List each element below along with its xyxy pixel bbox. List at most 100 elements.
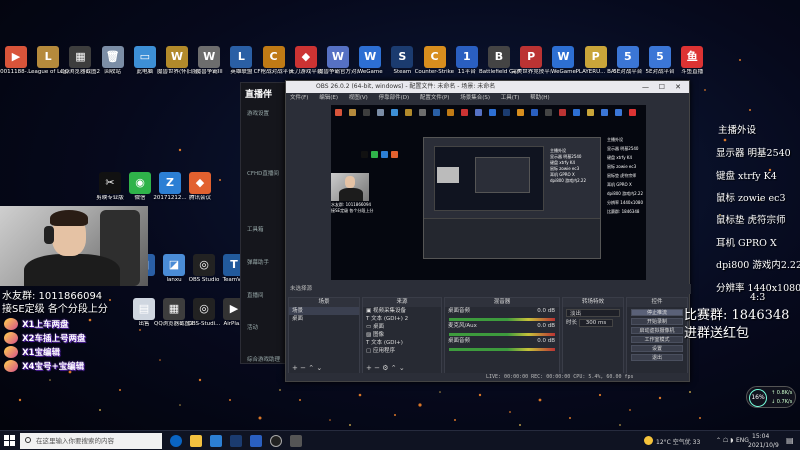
clock-time[interactable]: 15:04 — [752, 433, 769, 440]
source-visibility-icon[interactable]: ▣ — [366, 308, 373, 314]
source-item[interactable]: ▭ 桌面 — [363, 323, 441, 331]
obs-titlebar[interactable]: OBS 26.0.2 (64-bit, windows) - 配置文件: 未命名… — [286, 81, 689, 93]
source-item[interactable]: T 文本 (GDI+) 2 — [363, 315, 441, 323]
preview-right-specs: 主播外设 显示器 明基2540 键盘 xtrfy K4 鼠标 zowie ec3… — [607, 135, 646, 216]
preview-mini-icon — [377, 109, 384, 116]
app-icon: C — [262, 46, 285, 68]
menu-profile[interactable]: 配置文件(P) — [420, 95, 450, 101]
move-up-icon[interactable]: ⌃ — [308, 364, 314, 372]
preview-nested-cam — [437, 167, 459, 183]
studio-mode-button[interactable]: 工作室模式 — [631, 336, 683, 343]
add-scene-icon[interactable]: + — [292, 364, 298, 372]
remove-scene-icon[interactable]: − — [300, 364, 306, 372]
transition-select[interactable]: 淡出 — [566, 309, 620, 317]
duration-input[interactable]: 300 ms — [578, 319, 614, 327]
app-icon: ◎ — [193, 298, 215, 320]
menu-file[interactable]: 文件(F) — [290, 95, 308, 101]
settings-button[interactable]: 设置 — [631, 345, 683, 352]
preview-nested-inner2 — [475, 157, 530, 193]
menu-scene-collection[interactable]: 场景集合(S) — [460, 95, 490, 101]
source-label: 桌面 — [372, 324, 384, 330]
app-icon[interactable] — [290, 435, 302, 447]
weather-text[interactable]: 12°C 空气优 33 — [656, 437, 700, 446]
menu-tools[interactable]: 工具(T) — [501, 95, 520, 101]
windows-start-icon[interactable] — [4, 435, 16, 447]
desktop-icon[interactable]: ◆ 腾讯会议 — [180, 172, 220, 202]
weather-icon[interactable] — [644, 436, 653, 445]
sources-dock: 来源 ▣ 视频采集设备 T 文本 (GDI+) 2 ▭ 桌面 ▨ 图像 T 文本… — [362, 297, 442, 375]
app-icon: ▦ — [69, 46, 92, 68]
preview-mini-icon — [371, 151, 378, 158]
volume-meter[interactable] — [449, 348, 555, 351]
app-icon: B — [488, 46, 510, 68]
menu-help[interactable]: 帮助(H) — [530, 95, 549, 101]
preview-nested-inner — [434, 146, 544, 211]
app-icon: P — [584, 46, 607, 68]
upload-speed-value: 0.8K/s — [776, 390, 793, 396]
download-speed-value: 0.7K/s — [776, 399, 793, 405]
upload-speed: ↑ 0.8K/s — [771, 390, 793, 396]
desktop-icon[interactable]: 鱼斗鱼直播 — [672, 46, 712, 76]
preview-spec: 比赛群: 1846348 — [607, 209, 640, 214]
source-item[interactable]: T 文本 (GDI+) — [363, 339, 441, 347]
move-down-icon[interactable]: ⌄ — [316, 364, 322, 372]
start-recording-button[interactable]: 开始录制 — [631, 318, 683, 325]
preview-mini-icon — [433, 109, 440, 116]
taskbar-search-box[interactable]: 在这里输入你要搜索的内容 — [20, 433, 162, 449]
source-item[interactable]: ▣ 视频采集设备 — [363, 307, 441, 315]
desktop-icon-label: 腾讯会议 — [188, 195, 211, 201]
source-settings-icon[interactable]: ⚙ — [382, 364, 388, 372]
window-source-icon: ▢ — [366, 348, 373, 354]
steam-icon[interactable] — [230, 435, 242, 447]
add-source-icon[interactable]: + — [366, 364, 372, 372]
minimize-icon[interactable]: — — [642, 81, 649, 93]
duration-label: 时长 — [566, 320, 578, 326]
move-down-icon[interactable]: ⌄ — [399, 364, 405, 372]
chat-avatar — [4, 332, 18, 344]
scene-item[interactable]: 场景 — [289, 307, 359, 315]
file-explorer-icon[interactable] — [190, 435, 202, 447]
mixer-channel: 麦克风/Aux 0.0 dB — [445, 322, 559, 330]
preview-nested-obs: 主播外设 显示器 明基2540 键盘 xtrfy K4 鼠标 zowie ec3… — [423, 137, 601, 259]
edge-icon[interactable] — [170, 435, 182, 447]
close-icon[interactable]: ✕ — [675, 81, 681, 93]
app-icon: Z — [159, 172, 181, 194]
preview-mini-icon — [419, 109, 426, 116]
move-up-icon[interactable]: ⌃ — [391, 364, 397, 372]
obs-preview[interactable]: 主播外设 显示器 明基2540 键盘 xtrfy K4 鼠标 zowie ec3… — [331, 105, 646, 280]
obs-taskbar-icon[interactable] — [270, 435, 282, 447]
notification-icon[interactable]: ▤ — [786, 436, 794, 445]
preview-webcam — [331, 173, 369, 201]
source-item[interactable]: ▨ 图像 — [363, 331, 441, 339]
virtual-camera-button[interactable]: 启动虚拟摄像机 — [631, 327, 683, 334]
exit-button[interactable]: 退出 — [631, 354, 683, 361]
scene-item[interactable]: 桌面 — [289, 315, 359, 323]
maximize-icon[interactable]: ☐ — [659, 81, 665, 93]
webcam-person-body — [24, 254, 120, 286]
language-indicator[interactable]: ENG — [736, 437, 749, 444]
stop-streaming-button[interactable]: 停止推流 — [631, 309, 683, 316]
source-label: 文本 (GDI+) 2 — [371, 316, 409, 322]
clock-date[interactable]: 2021/10/9 — [748, 442, 779, 449]
volume-meter[interactable] — [449, 333, 555, 336]
chat-avatar — [4, 346, 18, 358]
tray-icons[interactable]: ⌃ ☖ ◗ — [716, 437, 733, 444]
preview-spec: 鼠标垫 虎符宗师 — [607, 173, 637, 178]
preview-mini-icon — [489, 109, 496, 116]
app-icon: ▦ — [163, 298, 185, 320]
qq-browser-icon[interactable] — [210, 435, 222, 447]
remove-source-icon[interactable]: − — [374, 364, 380, 372]
menu-edit[interactable]: 编辑(E) — [319, 95, 338, 101]
app-icon[interactable] — [250, 435, 262, 447]
network-speed-widget[interactable]: 16% ↑ 0.8K/s ↓ 0.7K/s — [746, 386, 796, 408]
menu-docks[interactable]: 停靠部件(D) — [379, 95, 410, 101]
app-icon: ▶ — [5, 46, 27, 68]
preview-mini-icon — [335, 109, 342, 116]
source-item[interactable]: ▢ 应用程序 — [363, 347, 441, 355]
controls-header: 控件 — [627, 298, 687, 307]
scenes-header: 场景 — [289, 298, 359, 307]
volume-meter[interactable] — [449, 318, 555, 321]
spec-monitor: 显示器 明基2540 — [716, 148, 791, 159]
menu-view[interactable]: 视图(V) — [349, 95, 368, 101]
obs-window[interactable]: OBS 26.0.2 (64-bit, windows) - 配置文件: 未命名… — [285, 80, 691, 382]
